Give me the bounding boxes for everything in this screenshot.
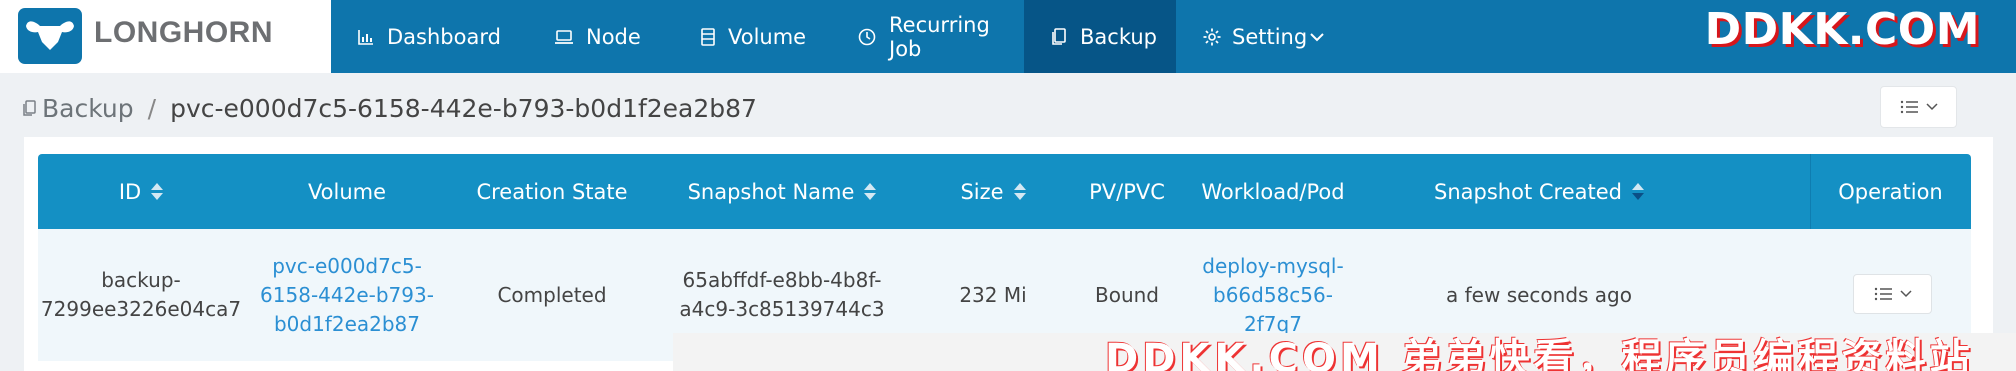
nav-volume[interactable]: Volume — [674, 0, 831, 73]
nav-backup[interactable]: Backup — [1024, 0, 1176, 73]
breadcrumb: Backup / pvc-e000d7c5-6158-442e-b793-b0d… — [22, 90, 757, 126]
column-workload-pod-label: Workload/Pod — [1201, 179, 1345, 204]
column-workload-pod: Workload/Pod — [1178, 154, 1368, 229]
nav-dashboard[interactable]: Dashboard — [331, 0, 528, 73]
column-volume-label: Volume — [307, 179, 387, 204]
column-pv-pvc: PV/PVC — [1076, 154, 1178, 229]
cell-volume-line: 6158-442e-b793- — [260, 282, 434, 307]
column-operation: Operation — [1810, 154, 1971, 229]
nav-recurring-job-label: Recurring Job — [889, 12, 990, 61]
column-size-label: Size — [960, 179, 1004, 204]
table-header: ID Volume Creation State Snapshot Name S… — [38, 154, 1971, 229]
sort-icon[interactable] — [1631, 183, 1644, 200]
nav-node-label: Node — [586, 24, 641, 49]
column-operation-label: Operation — [1838, 179, 1943, 204]
column-id[interactable]: ID — [38, 154, 244, 229]
top-nav: LONGHORN Dashboard Node Volume Recurring… — [0, 0, 2016, 73]
column-snapshot-created-label: Snapshot Created — [1434, 179, 1622, 204]
gear-icon — [1203, 28, 1221, 45]
column-divider — [1810, 154, 1811, 229]
logo-text: LONGHORN — [94, 16, 273, 49]
cell-volume-link[interactable]: pvc-e000d7c5- 6158-442e-b793- b0d1f2ea2b87 — [244, 229, 450, 361]
sort-icon[interactable] — [1013, 183, 1026, 200]
column-creation-state: Creation State — [450, 154, 654, 229]
clock-icon — [858, 28, 876, 45]
row-operation-button[interactable] — [1853, 274, 1932, 314]
cell-workload-line: b66d58c56- — [1213, 282, 1333, 307]
breadcrumb-root[interactable]: Backup — [42, 94, 134, 123]
column-creation-state-label: Creation State — [476, 179, 628, 204]
nav-backup-label: Backup — [1080, 24, 1157, 49]
breadcrumb-separator: / — [147, 93, 157, 123]
cell-snapshot-name-line: a4c9-3c85139744c3 — [679, 297, 885, 321]
brand-watermark: DDKK.COM — [1704, 4, 1980, 55]
bar-chart-icon — [358, 29, 373, 45]
cell-pv-pvc-text: Bound — [1094, 282, 1159, 307]
cell-volume-line: b0d1f2ea2b87 — [273, 311, 421, 336]
cell-size-text: 232 Mi — [959, 282, 1027, 307]
chevron-down-icon — [1899, 290, 1912, 298]
column-id-label: ID — [118, 179, 142, 204]
nav-node[interactable]: Node — [528, 0, 674, 73]
bottom-watermark: DDKK.COM 弟弟快看，程序员编程资料站 — [1105, 336, 1974, 371]
column-snapshot-name-label: Snapshot Name — [687, 179, 855, 204]
breadcrumb-current: pvc-e000d7c5-6158-442e-b793-b0d1f2ea2b87 — [170, 93, 757, 123]
cell-snapshot-name-line: 65abffdf-e8bb-4b8f- — [682, 268, 882, 292]
nav-recurring-job[interactable]: Recurring Job — [831, 0, 1024, 73]
cell-workload-line: deploy-mysql- — [1202, 253, 1344, 278]
logo[interactable]: LONGHORN — [0, 0, 331, 73]
sort-icon[interactable] — [151, 183, 164, 200]
copy-icon — [23, 100, 36, 116]
copy-icon — [1052, 27, 1066, 45]
cell-id: backup- 7299ee3226e04ca7 — [38, 229, 244, 361]
column-snapshot-created[interactable]: Snapshot Created — [1368, 154, 1710, 229]
nav-setting[interactable]: Setting — [1176, 0, 1336, 73]
list-icon — [1874, 287, 1892, 301]
chevron-down-icon — [1925, 103, 1938, 111]
cell-creation-state: Completed — [450, 229, 654, 361]
column-size[interactable]: Size — [910, 154, 1076, 229]
sort-icon[interactable] — [864, 183, 877, 200]
cell-snapshot-created-text: a few seconds ago — [1446, 282, 1632, 307]
laptop-icon — [555, 29, 573, 44]
list-icon — [1900, 100, 1918, 114]
database-icon — [701, 27, 715, 46]
chevron-down-icon — [1310, 32, 1324, 41]
column-snapshot-name[interactable]: Snapshot Name — [654, 154, 910, 229]
column-pv-pvc-label: PV/PVC — [1089, 179, 1165, 204]
bulk-actions-button[interactable] — [1880, 86, 1957, 128]
longhorn-logo-icon — [18, 8, 82, 64]
cell-id-line: backup- — [101, 268, 181, 292]
cell-volume-line: pvc-e000d7c5- — [272, 253, 422, 278]
nav-dashboard-label: Dashboard — [387, 24, 501, 49]
cell-creation-state-text: Completed — [497, 282, 607, 307]
column-volume: Volume — [244, 154, 450, 229]
cell-id-line: 7299ee3226e04ca7 — [40, 297, 242, 321]
nav-volume-label: Volume — [728, 24, 807, 49]
nav-setting-label: Setting — [1232, 24, 1308, 49]
